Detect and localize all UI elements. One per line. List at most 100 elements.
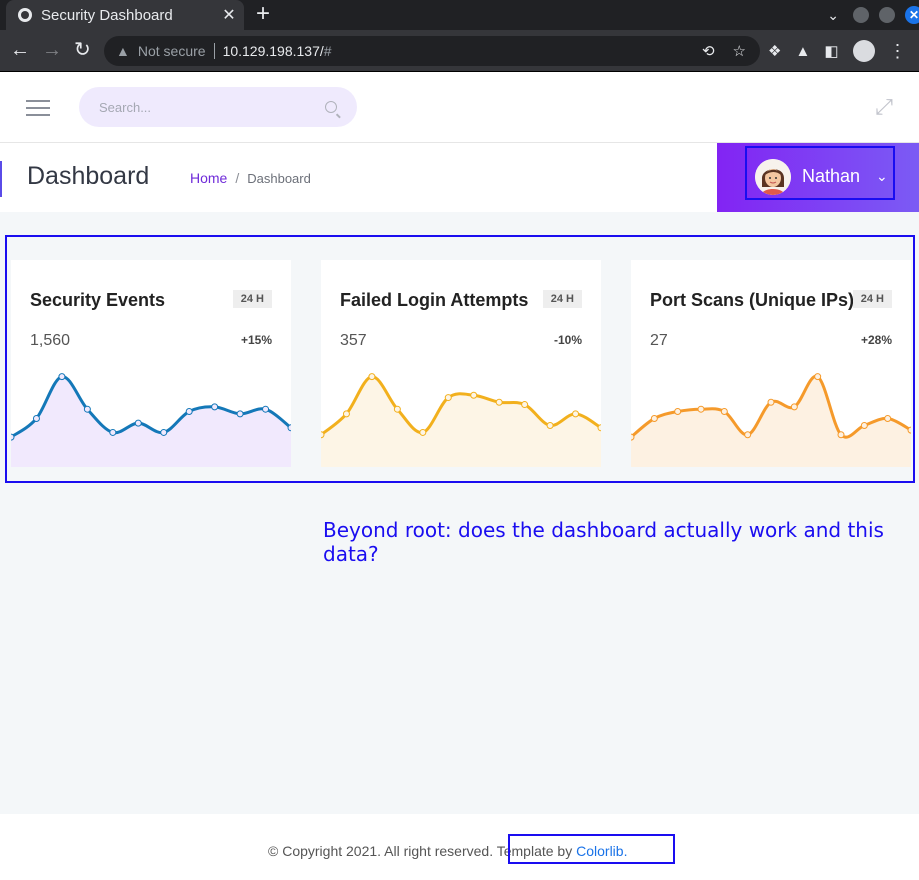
- sparkline-point: [650, 415, 658, 422]
- sparkline-point: [134, 419, 142, 427]
- sparkline-point: [884, 415, 892, 422]
- maximize-button[interactable]: [879, 7, 895, 23]
- card-title: Failed Login Attempts: [340, 290, 529, 310]
- stat-card-failed-logins: Failed Login Attempts 24 H 357 -10%: [321, 260, 601, 467]
- search-placeholder[interactable]: Search...: [99, 100, 325, 115]
- globe-icon: [18, 8, 32, 22]
- reload-icon[interactable]: ↻: [74, 39, 91, 61]
- sparkline-point: [767, 398, 775, 406]
- card-period-badge: 24 H: [542, 290, 582, 308]
- search-input[interactable]: Search...: [79, 87, 357, 127]
- not-secure-label[interactable]: Not secure: [138, 43, 206, 59]
- annotation-highlight-footer: [508, 834, 675, 864]
- sparkline-point: [419, 428, 427, 436]
- browser-tab-bar: Security Dashboard ✕ + ⌄ ✕: [0, 0, 919, 30]
- sparkline-point: [631, 433, 635, 441]
- tab-close-icon[interactable]: ✕: [218, 5, 240, 25]
- user-name[interactable]: Nathan: [802, 166, 860, 187]
- sparkline-point: [720, 408, 728, 416]
- card-title: Security Events: [30, 290, 166, 310]
- extensions-puzzle-icon[interactable]: ❖: [768, 42, 781, 60]
- page-header: Dashboard Home / Dashboard Nathan ⌄: [0, 143, 919, 212]
- chevron-down-icon[interactable]: ⌄: [876, 168, 888, 185]
- sparkline-point: [814, 373, 822, 381]
- sparkline-point: [572, 410, 580, 418]
- sparkline-point: [368, 373, 376, 381]
- card-value: 357: [340, 332, 367, 349]
- sparkline-point: [495, 398, 503, 406]
- sparkline-point: [11, 433, 15, 441]
- profile-avatar-icon[interactable]: [852, 40, 875, 62]
- sparkline-point: [58, 373, 66, 381]
- sparkline-point: [674, 408, 682, 416]
- back-icon[interactable]: ←: [10, 39, 30, 61]
- sparkline-point: [342, 410, 350, 418]
- card-change: +28%: [860, 333, 892, 347]
- header-accent: [0, 161, 2, 197]
- menu-dots-icon[interactable]: ⋮: [889, 41, 907, 62]
- copyright-text: © Copyright 2021. All right reserved.: [268, 843, 497, 859]
- browser-tab[interactable]: Security Dashboard ✕: [6, 0, 244, 30]
- card-period-badge: 24 H: [852, 290, 892, 308]
- user-menu[interactable]: Nathan ⌄: [717, 143, 919, 212]
- sparkline-point: [32, 415, 40, 422]
- sparkline-point: [444, 394, 452, 402]
- side-panel-icon[interactable]: ◧: [824, 42, 838, 60]
- page-title: Dashboard: [27, 162, 150, 190]
- stat-card-port-scans: Port Scans (Unique IPs) 24 H 27 +28%: [631, 260, 911, 467]
- minimize-button[interactable]: [853, 7, 869, 23]
- forward-icon[interactable]: →: [42, 39, 62, 61]
- flask-icon[interactable]: ▲: [795, 43, 810, 60]
- sparkline-point: [790, 403, 798, 411]
- sparkline-point: [160, 428, 168, 436]
- sparkline-point: [211, 403, 219, 411]
- stat-card-security-events: Security Events 24 H 1,560 +15%: [11, 260, 291, 467]
- card-change: -10%: [553, 333, 582, 347]
- tab-title: Security Dashboard: [41, 6, 173, 24]
- card-period-badge: 24 H: [232, 290, 272, 308]
- card-value: 27: [650, 332, 668, 349]
- sparkline-chart: [321, 373, 601, 467]
- extension-icons: ❖ ▲ ◧ ⋮: [768, 40, 907, 62]
- search-icon[interactable]: [325, 101, 337, 113]
- sparkline-chart: [631, 373, 911, 467]
- window-close-button[interactable]: ✕: [905, 6, 919, 24]
- sparkline-point: [262, 405, 270, 413]
- tab-search-icon[interactable]: ⌄: [827, 7, 839, 24]
- url-hash[interactable]: #: [324, 43, 332, 59]
- card-change: +15%: [240, 333, 272, 347]
- sparkline-point: [185, 408, 193, 416]
- breadcrumb-separator: /: [235, 170, 240, 186]
- hamburger-menu-icon[interactable]: [26, 100, 50, 116]
- url-text[interactable]: 10.129.198.137/: [223, 43, 324, 59]
- sparkline-chart: [11, 373, 291, 467]
- address-bar[interactable]: ▲ Not secure 10.129.198.137/ # ⟲ ☆: [104, 36, 760, 66]
- annotation-note: Beyond root: does the dashboard actually…: [323, 518, 884, 566]
- bookmark-star-icon[interactable]: ☆: [733, 42, 746, 60]
- footer: © Copyright 2021. All right reserved. Te…: [0, 814, 919, 880]
- warning-icon[interactable]: ▲: [116, 43, 130, 59]
- new-tab-button[interactable]: +: [256, 1, 270, 27]
- sparkline-area: [631, 376, 911, 467]
- site-topbar: Search... ⤢: [0, 72, 919, 143]
- sparkline-point: [546, 421, 554, 429]
- avatar[interactable]: [755, 159, 791, 195]
- sparkline-point: [287, 424, 291, 432]
- sparkline-point: [321, 431, 325, 439]
- sparkline-point: [860, 421, 868, 429]
- card-title: Port Scans (Unique IPs): [650, 290, 855, 310]
- sparkline-point: [837, 431, 845, 439]
- sparkline-point: [470, 391, 478, 399]
- sparkline-point: [697, 405, 705, 413]
- sparkline-point: [744, 431, 752, 439]
- breadcrumb-current: Dashboard: [247, 171, 311, 186]
- share-icon[interactable]: ⟲: [702, 42, 715, 60]
- sparkline-point: [236, 410, 244, 418]
- window-controls: ⌄ ✕: [827, 0, 919, 30]
- sparkline-point: [907, 426, 911, 434]
- sparkline-point: [393, 405, 401, 413]
- fullscreen-icon[interactable]: ⤢: [872, 95, 896, 119]
- breadcrumb-home-link[interactable]: Home: [190, 170, 227, 186]
- address-divider: [213, 43, 215, 59]
- sparkline-point: [109, 428, 117, 436]
